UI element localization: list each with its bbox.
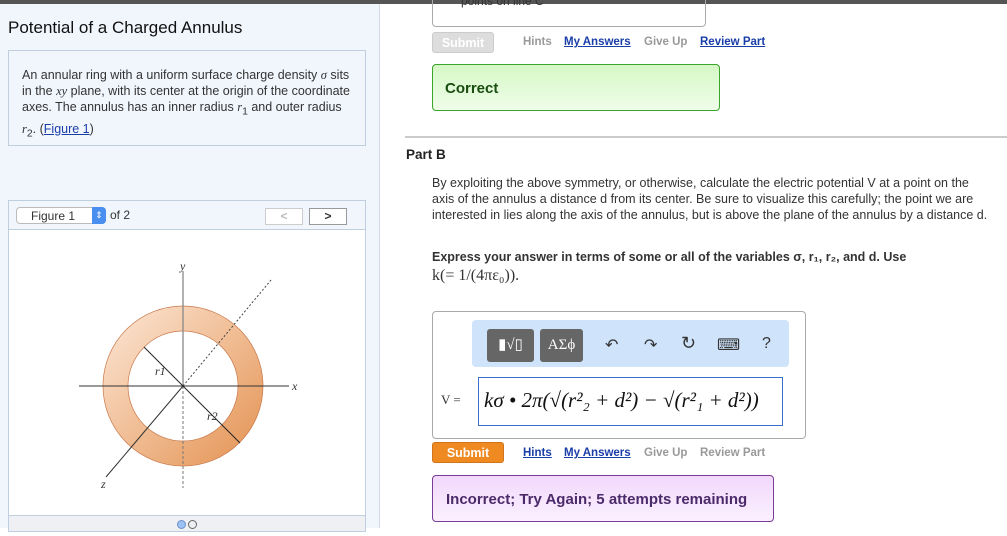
my-answers-link[interactable]: My Answers — [564, 447, 631, 459]
submit-button[interactable]: Submit — [432, 442, 504, 463]
correct-feedback: Correct — [432, 64, 720, 111]
divider — [405, 136, 1007, 138]
part-a-options: points on line C — [432, 0, 706, 27]
part-b-title: Part B — [406, 147, 446, 162]
part-a-review-link[interactable]: Review Part — [700, 36, 765, 48]
greek-symbols-button[interactable]: ΑΣϕ — [540, 329, 583, 362]
x-label: x — [291, 379, 298, 393]
part-a-give-up: Give Up — [644, 36, 688, 48]
answer-input[interactable]: kσ • 2π(√(r²₂ + d²) − √(r²₁ + d²)) — [478, 377, 783, 426]
templates-button[interactable]: ▮√▯ — [487, 329, 534, 362]
reset-icon[interactable]: ↻ — [681, 333, 696, 354]
incorrect-feedback: Incorrect; Try Again; 5 attempts remaini… — [432, 475, 774, 522]
k-definition: k(= 1/(4πε₀)). — [432, 267, 520, 284]
review-part: Review Part — [700, 447, 766, 459]
prev-figure-button[interactable]: < — [265, 208, 303, 225]
redo-icon[interactable]: ↷ — [644, 335, 657, 355]
r2-label: r2 — [207, 409, 218, 423]
left-panel: Potential of a Charged Annulus An annula… — [0, 4, 380, 532]
part-a-submit-button[interactable]: Submit — [432, 32, 494, 53]
next-figure-button[interactable]: > — [309, 208, 347, 225]
chevron-updown-icon: ⇕ — [92, 207, 106, 224]
figure-pager — [9, 515, 365, 531]
part-b-instructions: Express your answer in terms of some or … — [432, 250, 907, 264]
part-a-hints: Hints — [523, 36, 552, 48]
part-a-my-answers-link[interactable]: My Answers — [564, 36, 631, 48]
y-label: y — [179, 259, 186, 273]
incorrect-text: Incorrect; Try Again; 5 attempts remaini… — [446, 491, 748, 508]
intro-text: and outer radius — [247, 100, 342, 114]
help-icon[interactable]: ? — [762, 335, 771, 353]
v-label: V = — [441, 392, 461, 407]
figure-select[interactable]: Figure 1 ⇕ — [16, 207, 106, 224]
intro-text: An annular ring with a uniform surface c… — [22, 68, 321, 82]
keyboard-icon[interactable]: ⌨ — [717, 335, 740, 355]
undo-icon[interactable]: ↶ — [605, 335, 618, 355]
give-up: Give Up — [644, 447, 688, 459]
figure-count: of 2 — [110, 208, 131, 222]
hints-link[interactable]: Hints — [523, 447, 552, 459]
problem-title: Potential of a Charged Annulus — [8, 18, 243, 37]
problem-intro: An annular ring with a uniform surface c… — [8, 50, 366, 146]
radio-option-label[interactable]: points on line C — [461, 0, 544, 8]
intro-text: ) — [89, 121, 94, 136]
correct-text: Correct — [445, 80, 499, 97]
figure-panel: Figure 1 ⇕ of 2 < > y x z r1 r2 — [8, 200, 366, 532]
part-b-question: By exploiting the above symmetry, or oth… — [432, 176, 988, 222]
math-toolbar: ▮√▯ ΑΣϕ ↶ ↷ ↻ ⌨ ? — [472, 320, 789, 367]
figure-select-value: Figure 1 — [31, 209, 76, 223]
figure-header: Figure 1 ⇕ of 2 < > — [9, 201, 365, 230]
figure-link[interactable]: Figure 1 — [44, 122, 90, 136]
xy-text: xy — [56, 84, 68, 98]
z-label: z — [100, 477, 106, 491]
r1-label: r1 — [155, 364, 166, 378]
annulus-figure: y x z r1 r2 — [79, 259, 298, 491]
intro-text: . ( — [32, 121, 44, 136]
